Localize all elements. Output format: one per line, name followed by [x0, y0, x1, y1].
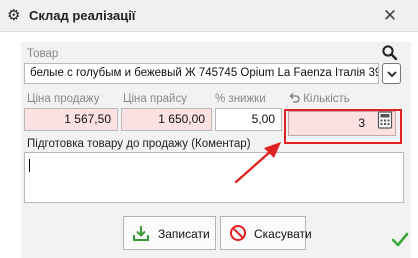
gear-icon: ⚙ [7, 7, 21, 24]
discount-label: % знижки [215, 93, 266, 105]
chevron-down-icon [387, 71, 397, 78]
list-price-label: Ціна прайсу [123, 93, 187, 105]
dialog-window: ⚙ Склад реалізації ✕ Товар белые с голуб… [0, 0, 418, 258]
download-icon [133, 226, 149, 241]
list-price-field[interactable]: 1 650,00 [121, 108, 212, 131]
close-button[interactable]: ✕ [379, 5, 401, 27]
quantity-label-wrap: Кількість [288, 92, 350, 106]
cancel-button-label: Скасувати [254, 227, 312, 241]
search-icon[interactable] [381, 44, 399, 62]
save-button[interactable]: Записати [123, 216, 216, 250]
goods-dropdown-button[interactable] [382, 63, 401, 84]
title-bar: ⚙ Склад реалізації ✕ [0, 0, 418, 32]
sale-price-label: Ціна продажу [27, 93, 100, 105]
comment-label: Підготовка товару до продажу (Коментар) [27, 138, 251, 150]
quantity-label: Кількість [303, 93, 350, 105]
checkmark-icon[interactable] [391, 232, 409, 248]
text-caret [29, 159, 30, 172]
undo-icon [289, 93, 300, 103]
discount-field[interactable]: 5,00 [215, 108, 282, 131]
window-title: Склад реалізації [29, 8, 136, 23]
sale-price-field[interactable]: 1 567,50 [24, 108, 118, 131]
no-entry-icon [230, 225, 246, 241]
goods-field[interactable]: белые с голубым и бежевый Ж 745745 Opium… [24, 63, 379, 84]
save-button-label: Записати [158, 227, 210, 241]
comment-textarea[interactable] [24, 152, 404, 203]
goods-label: Товар [27, 48, 59, 60]
cancel-button[interactable]: Скасувати [220, 216, 312, 250]
quantity-highlight-box [284, 109, 402, 144]
